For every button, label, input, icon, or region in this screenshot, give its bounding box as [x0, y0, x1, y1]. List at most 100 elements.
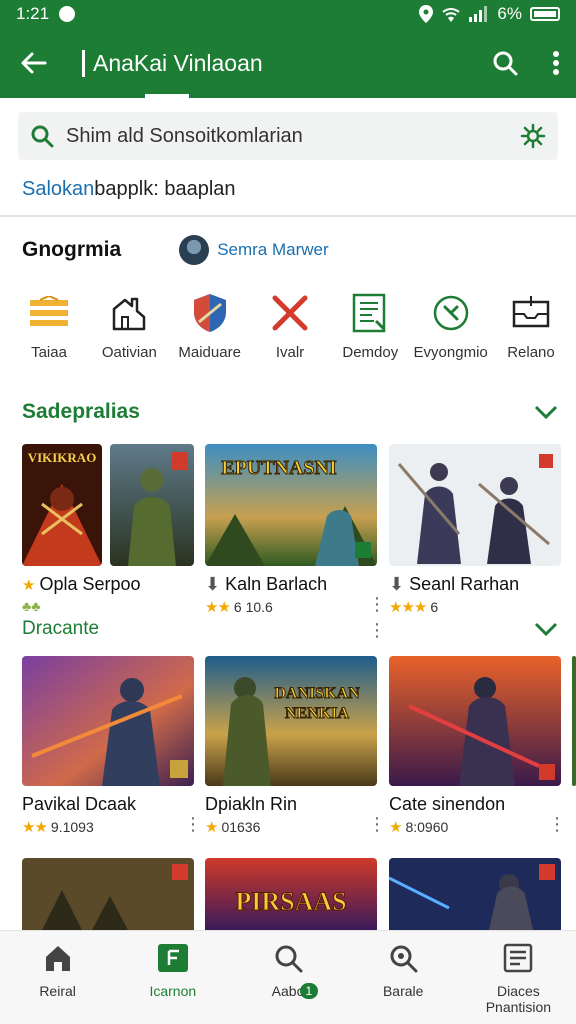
game-title-text: Kaln Barlach [225, 574, 328, 594]
notification-badge: 1 [299, 983, 319, 999]
search-input[interactable]: Shim ald Sonsoitkomlarian [18, 112, 558, 160]
nav-item-home[interactable]: Reiral [0, 931, 115, 1024]
game-rating: ★★ 9.1093 [22, 818, 94, 836]
more-options-icon[interactable]: ⋮ [368, 595, 386, 613]
game-poster[interactable]: VIKIKRAO [22, 444, 102, 566]
category-item[interactable]: Maiduare [175, 290, 245, 364]
poster-title: EPUTNASNI [221, 457, 337, 479]
battery-percent: 6% [497, 4, 522, 23]
category-label: Oativian [101, 344, 157, 361]
star-rating-icon: ★★★ [389, 599, 427, 616]
game-poster[interactable] [389, 858, 561, 930]
chevron-down-icon[interactable] [534, 621, 558, 637]
tray-icon [512, 296, 550, 328]
rating-value: 6 10.6 [233, 599, 273, 615]
nav-item-lists[interactable]: Diaces Pnantision [461, 931, 576, 1024]
status-time: 1:21 [16, 4, 50, 23]
game-poster[interactable] [389, 444, 561, 566]
leaf-icon: ♣♣ [22, 598, 41, 614]
category-label: Relano [507, 344, 555, 361]
genres-header: Gnogrmia Semra Marwer [22, 232, 562, 268]
shield-icon [193, 294, 226, 332]
status-bar: 1:21 6% [0, 0, 576, 28]
notification-icon [59, 6, 76, 22]
page-title: AnaKai Vinlaoan [82, 49, 263, 77]
settings-gear-icon[interactable] [520, 123, 546, 149]
star-rating-icon: ★ [205, 819, 218, 836]
category-item[interactable]: Demdoy [335, 290, 405, 364]
more-options-icon[interactable]: ⋮ [368, 815, 386, 833]
cross-swords-icon [272, 295, 308, 331]
category-item[interactable]: Ivalr [255, 290, 325, 364]
search-icon [275, 945, 303, 973]
nav-item-browse[interactable]: Barale [346, 931, 461, 1024]
game-title-text: Seanl Rarhan [409, 574, 520, 594]
poster-title: PIRSAAS [235, 887, 346, 916]
category-row: Taiaa Oativian Maiduare Ivalr Demdoy Evy… [0, 290, 576, 364]
game-title[interactable]: ★ Opla Serpoo [22, 574, 141, 595]
more-options-icon[interactable]: ⋮ [184, 815, 202, 833]
category-item[interactable]: Oativian [94, 290, 164, 364]
category-item[interactable]: Evyongmio [414, 290, 488, 364]
game-rating: ★★★ 6 [389, 598, 438, 616]
game-title[interactable]: ⬇ Seanl Rarhan [389, 574, 519, 595]
zoom-icon [390, 945, 418, 973]
game-poster[interactable] [22, 656, 194, 786]
section-header: Sadepralias [22, 400, 558, 424]
list-icon [504, 943, 533, 973]
category-item[interactable]: Relano [496, 290, 566, 364]
category-label: Maiduare [178, 344, 241, 361]
game-poster[interactable]: EPUTNASNI [205, 444, 377, 566]
game-title[interactable]: Cate sinendon [389, 794, 505, 815]
building-icon [113, 297, 146, 331]
user-chip[interactable]: Semra Marwer [179, 235, 329, 265]
nav-label: Barale [382, 983, 424, 999]
game-title[interactable]: Dpiakln Rin [205, 794, 297, 815]
document-icon [353, 293, 386, 333]
rating-value: 9.1093 [50, 819, 94, 835]
game-title[interactable]: Pavikal Dcaak [22, 794, 136, 815]
suggestion-highlight: Salokan [22, 178, 95, 200]
arrow-left-icon [21, 52, 47, 74]
wifi-icon [442, 8, 461, 22]
game-poster[interactable]: DANISKAN NENKIA [205, 656, 377, 786]
star-icon: ★ [22, 577, 35, 594]
more-vert-icon[interactable] [552, 50, 560, 76]
search-text: Shim ald Sonsoitkomlarian [66, 124, 303, 147]
more-options-icon[interactable]: ⋮ [548, 815, 566, 833]
game-poster[interactable] [22, 858, 194, 930]
game-poster-partial[interactable] [572, 656, 576, 786]
poster-title: DANISKAN [274, 685, 360, 702]
game-title-text: Opla Serpoo [39, 574, 141, 594]
chevron-down-icon[interactable] [534, 404, 558, 420]
grid-icon [157, 944, 188, 972]
star-rating-icon: ★ [389, 819, 402, 836]
section-title: Dracante [22, 618, 100, 639]
star-rating-icon: ★★ [22, 819, 48, 836]
category-label: Demdoy [342, 344, 399, 361]
tab-indicator [145, 94, 189, 98]
game-title[interactable]: ⬇ Kaln Barlach [205, 574, 327, 595]
search-icon[interactable] [492, 50, 518, 76]
more-options-icon[interactable]: ⋮ [368, 621, 386, 639]
avatar [179, 235, 210, 265]
user-name: Semra Marwer [217, 240, 329, 259]
back-button[interactable] [16, 45, 52, 81]
game-poster[interactable]: PIRSAAS [205, 858, 377, 930]
circle-x-icon [433, 295, 468, 331]
nav-item-library[interactable]: Icarnon [115, 931, 230, 1024]
star-rating-icon: ★★ [205, 599, 231, 616]
poster-subtitle: NENKIA [285, 705, 349, 722]
download-icon: ⬇ [389, 574, 405, 594]
category-item[interactable]: Taiaa [14, 290, 84, 364]
nav-item-search[interactable]: 1 Aabo [230, 931, 345, 1024]
home-icon [45, 946, 70, 971]
bottom-nav: Reiral Icarnon 1 Aabo Barale Diaces Pnan… [0, 930, 576, 1024]
section-title: Sadepralias [22, 400, 140, 423]
game-tags: ♣♣ [22, 598, 40, 614]
search-suggestion[interactable]: Salokanbapplk: baaplan [22, 178, 236, 201]
game-poster[interactable] [110, 444, 194, 566]
app-bar: AnaKai Vinlaoan [0, 28, 576, 98]
download-icon: ⬇ [205, 574, 221, 594]
game-poster[interactable] [389, 656, 561, 786]
